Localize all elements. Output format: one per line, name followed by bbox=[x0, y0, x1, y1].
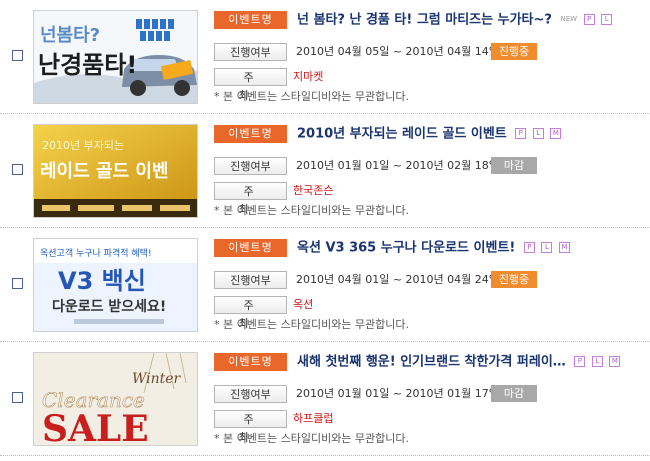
p-badge-icon: P bbox=[574, 356, 586, 367]
event-name-tag: 이벤트명 bbox=[214, 239, 287, 257]
disclaimer-note: * 본 이벤트는 스타일디비와는 무관합니다. bbox=[214, 318, 410, 331]
event-title-link[interactable]: 2010년 부자되는 레이드 골드 이벤트 P L M bbox=[297, 124, 637, 144]
event-title-text[interactable]: 새해 첫번째 행운! 인기브랜드 착한가격 퍼레이… bbox=[297, 355, 566, 370]
event-title-link[interactable]: 옥션 V3 365 누구나 다운로드 이벤트! P L M bbox=[297, 238, 637, 258]
thumbnail-text-line3: 다운로드 받으세요! bbox=[52, 298, 166, 315]
event-thumbnail[interactable]: 넌봄타? 난경품타! bbox=[33, 10, 198, 104]
event-checkbox[interactable] bbox=[12, 50, 23, 61]
event-title-text[interactable]: 넌 봄타? 난 경품 타! 그럼 마티즈는 누가타~? bbox=[297, 13, 552, 28]
m-badge-icon: M bbox=[609, 356, 621, 367]
sponsor-name: 한국존슨 bbox=[293, 184, 334, 197]
event-period: 2010년 04월 05일 ~ 2010년 04월 14일 bbox=[296, 45, 499, 58]
event-period: 2010년 01월 01일 ~ 2010년 01월 17일 bbox=[296, 387, 499, 400]
event-name-tag: 이벤트명 bbox=[214, 353, 287, 371]
event-checkbox[interactable] bbox=[12, 164, 23, 175]
event-title-text[interactable]: 2010년 부자되는 레이드 골드 이벤트 bbox=[297, 127, 507, 142]
event-checkbox[interactable] bbox=[12, 392, 23, 403]
event-list: 넌봄타? 난경품타! 이벤트명 넌 봄타? 난 경품 타! 그럼 마티즈는 누가… bbox=[0, 0, 650, 461]
l-badge-icon: L bbox=[541, 242, 553, 253]
progress-button[interactable]: 진행여부 bbox=[214, 271, 287, 289]
host-button[interactable]: 주 최 bbox=[214, 68, 287, 102]
host-button[interactable]: 주 최 bbox=[214, 182, 287, 216]
event-row: Winter Clearance SALE 이벤트명 새해 첫번째 행운! 인기… bbox=[0, 342, 650, 456]
disclaimer-note: * 본 이벤트는 스타일디비와는 무관합니다. bbox=[214, 432, 410, 445]
event-checkbox[interactable] bbox=[12, 278, 23, 289]
progress-button[interactable]: 진행여부 bbox=[214, 385, 287, 403]
disclaimer-note: * 본 이벤트는 스타일디비와는 무관합니다. bbox=[214, 90, 410, 103]
thumbnail-text-line3: SALE bbox=[42, 408, 149, 446]
event-name-tag: 이벤트명 bbox=[214, 125, 287, 143]
event-period: 2010년 04월 01일 ~ 2010년 04월 24일 bbox=[296, 273, 499, 286]
p-badge-icon: P bbox=[523, 242, 535, 253]
status-badge: 마감 bbox=[491, 385, 537, 402]
m-badge-icon: M bbox=[550, 128, 562, 139]
event-title-link[interactable]: 새해 첫번째 행운! 인기브랜드 착한가격 퍼레이… P L M bbox=[297, 352, 637, 372]
m-badge-icon: M bbox=[558, 242, 570, 253]
thumbnail-text-line1: 2010년 부자되는 bbox=[42, 139, 124, 152]
status-badge: 진행중 bbox=[491, 271, 537, 288]
event-thumbnail[interactable]: 2010년 부자되는 레이드 골드 이벤 bbox=[33, 124, 198, 218]
status-badge: 마감 bbox=[491, 157, 537, 174]
host-button[interactable]: 주 최 bbox=[214, 296, 287, 330]
thumbnail-text-line2: 난경품타! bbox=[38, 51, 137, 79]
event-title-text[interactable]: 옥션 V3 365 누구나 다운로드 이벤트! bbox=[297, 241, 515, 256]
disclaimer-note: * 본 이벤트는 스타일디비와는 무관합니다. bbox=[214, 204, 410, 217]
event-row: 넌봄타? 난경품타! 이벤트명 넌 봄타? 난 경품 타! 그럼 마티즈는 누가… bbox=[0, 0, 650, 114]
progress-button[interactable]: 진행여부 bbox=[214, 157, 287, 175]
badge-icons: P L M bbox=[515, 124, 563, 144]
thumbnail-text-line1: 넌봄타? bbox=[40, 25, 100, 46]
thumbnail-text-line1: Winter bbox=[132, 371, 182, 387]
badge-icons: P L M bbox=[523, 238, 572, 258]
badge-icons: NEW P L bbox=[560, 10, 614, 30]
sponsor-name: 하프클럽 bbox=[293, 412, 334, 425]
progress-button[interactable]: 진행여부 bbox=[214, 43, 287, 61]
sponsor-name: 옥션 bbox=[293, 298, 314, 311]
l-badge-icon: L bbox=[601, 14, 613, 25]
event-name-tag: 이벤트명 bbox=[214, 11, 287, 29]
host-button[interactable]: 주 최 bbox=[214, 410, 287, 444]
event-row: 2010년 부자되는 레이드 골드 이벤 이벤트명 2010년 부자되는 레이드… bbox=[0, 114, 650, 228]
sponsor-name: 지마켓 bbox=[293, 70, 324, 83]
thumbnail-text-line2: 레이드 골드 이벤 bbox=[40, 161, 168, 182]
badge-icons: P L M bbox=[574, 352, 622, 372]
thumbnail-text-line1: 옥션고객 누구나 파격적 혜택! bbox=[40, 247, 152, 259]
new-badge-icon: NEW bbox=[560, 15, 578, 23]
event-thumbnail[interactable]: 옥션고객 누구나 파격적 혜택! V3 백신 다운로드 받으세요! bbox=[33, 238, 198, 332]
event-period: 2010년 01월 01일 ~ 2010년 02월 18일 bbox=[296, 159, 499, 172]
thumbnail-text-line2: V3 백신 bbox=[58, 267, 146, 295]
status-badge: 진행중 bbox=[491, 43, 537, 60]
p-badge-icon: P bbox=[515, 128, 527, 139]
event-row: 옥션고객 누구나 파격적 혜택! V3 백신 다운로드 받으세요! 이벤트명 옥… bbox=[0, 228, 650, 342]
l-badge-icon: L bbox=[532, 128, 544, 139]
event-title-link[interactable]: 넌 봄타? 난 경품 타! 그럼 마티즈는 누가타~? NEW P L bbox=[297, 10, 637, 30]
l-badge-icon: L bbox=[591, 356, 603, 367]
event-thumbnail[interactable]: Winter Clearance SALE bbox=[33, 352, 198, 446]
p-badge-icon: P bbox=[583, 14, 595, 25]
